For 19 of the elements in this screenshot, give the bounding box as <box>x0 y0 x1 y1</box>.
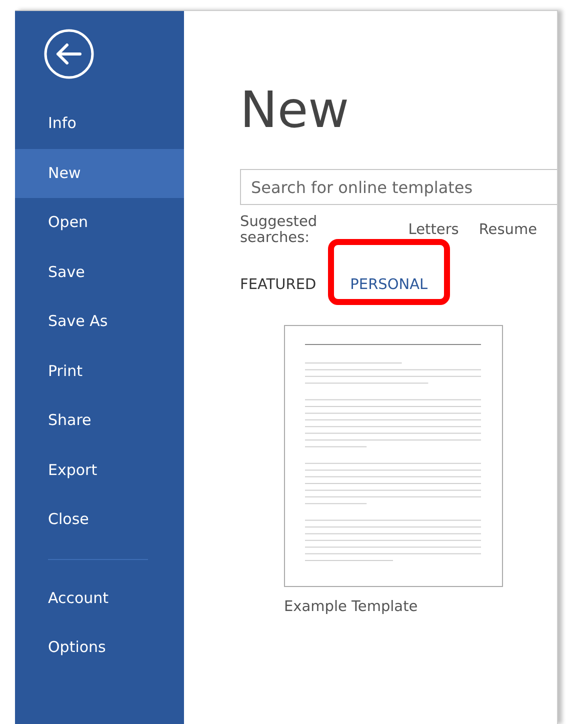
template-tab[interactable]: PERSONAL <box>350 276 428 292</box>
sidebar-item[interactable]: New <box>15 148 184 198</box>
template-tab[interactable]: FEATURED <box>240 276 316 292</box>
sidebar-item[interactable]: Share <box>15 396 184 446</box>
search-field[interactable]: Search for online templates <box>240 169 557 205</box>
template-name: Example Template <box>284 599 419 615</box>
sidebar-item[interactable]: Save As <box>15 297 184 346</box>
sidebar-item[interactable]: Info <box>15 99 184 148</box>
sidebar-item[interactable]: Print <box>15 346 184 396</box>
suggested-searches-label: Suggested searches: <box>240 214 318 246</box>
page-title: New <box>240 81 350 139</box>
sidebar-item[interactable]: Close <box>15 495 184 544</box>
suggested-search-link[interactable]: Letters <box>408 222 459 238</box>
sidebar-item[interactable]: Save <box>15 248 184 297</box>
suggested-search-link[interactable]: Resume <box>478 222 537 238</box>
sidebar-item[interactable]: Export <box>15 446 184 495</box>
sidebar-item[interactable]: Options <box>15 623 184 672</box>
sidebar-item[interactable]: Open <box>15 198 184 248</box>
sidebar-item[interactable]: Account <box>15 574 184 623</box>
